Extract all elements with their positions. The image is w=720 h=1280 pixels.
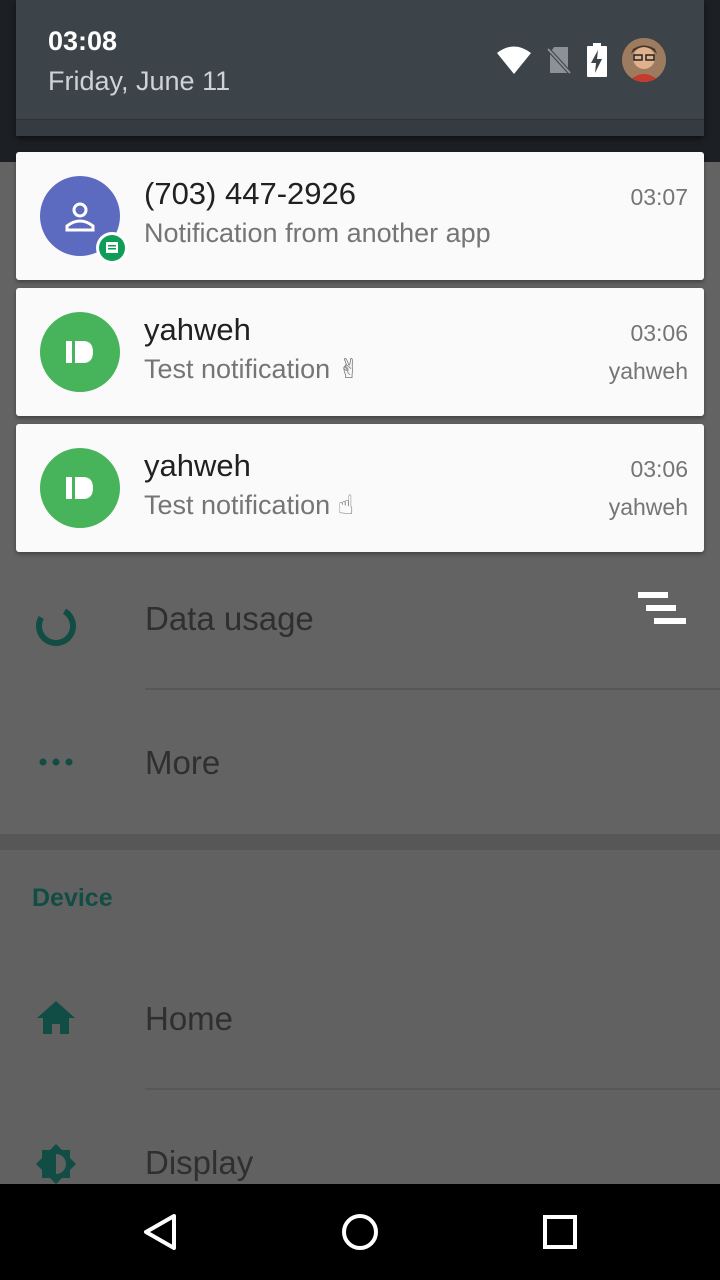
divider: [145, 688, 720, 690]
header-handle: [16, 119, 704, 136]
app-avatar: [40, 312, 120, 392]
settings-row-data-usage[interactable]: Data usage: [0, 582, 720, 702]
settings-row-label: Data usage: [145, 600, 314, 637]
app-badge: [96, 232, 128, 264]
section-title-device: Device: [32, 884, 113, 912]
notification-time: 03:07: [630, 184, 688, 210]
recents-icon[interactable]: [540, 1212, 580, 1252]
divider: [145, 1088, 720, 1090]
status-icons: [496, 38, 666, 82]
brightness-icon: [36, 1144, 76, 1184]
user-avatar[interactable]: [622, 38, 666, 82]
wifi-icon: [497, 46, 531, 74]
no-sim-icon: [546, 47, 572, 75]
home-icon: [37, 1001, 75, 1034]
notification-title: yahweh: [144, 448, 251, 483]
pushbullet-icon: [66, 477, 93, 499]
section-separator: [0, 834, 720, 850]
notification-time: 03:06: [630, 456, 688, 482]
pushbullet-icon: [66, 341, 93, 363]
notification-text: Notification from another app: [144, 218, 491, 248]
notification-subtext: yahweh: [608, 358, 688, 384]
data-usage-icon: [36, 606, 76, 646]
settings-row-label: Display: [145, 1144, 254, 1181]
date[interactable]: Friday, June 11: [48, 66, 230, 97]
settings-row-home[interactable]: Home: [0, 982, 720, 1092]
person-icon: [65, 202, 95, 232]
settings-row-more[interactable]: More: [0, 722, 720, 832]
clock: 03:08: [48, 26, 118, 56]
more-dots-icon: [39, 758, 73, 766]
settings-row-label: More: [145, 744, 221, 781]
navigation-bar: [0, 1184, 720, 1280]
settings-row-display[interactable]: Display: [0, 1122, 720, 1184]
battery-charging-icon: [587, 43, 607, 77]
notification-time: 03:06: [630, 320, 688, 346]
notification-card[interactable]: yahweh Test notification ✌ 03:06 yahweh: [16, 288, 704, 416]
notification-shade-header[interactable]: 03:08 Friday, June 11: [16, 0, 704, 136]
notification-title: (703) 447-2926: [144, 176, 356, 211]
back-icon[interactable]: [140, 1212, 180, 1252]
notification-title: yahweh: [144, 312, 251, 347]
notification-subtext: yahweh: [608, 494, 688, 520]
notification-card[interactable]: yahweh Test notification ☝ 03:06 yahweh: [16, 424, 704, 552]
notification-text: Test notification ☝: [144, 490, 355, 520]
notification-card[interactable]: (703) 447-2926 Notification from another…: [16, 152, 704, 280]
sms-message-icon: [106, 242, 118, 253]
home-button-icon[interactable]: [340, 1212, 380, 1252]
app-avatar: [40, 448, 120, 528]
clear-all-icon[interactable]: [636, 588, 688, 628]
notification-text: Test notification ✌: [144, 354, 361, 384]
settings-row-label: Home: [145, 1000, 234, 1037]
